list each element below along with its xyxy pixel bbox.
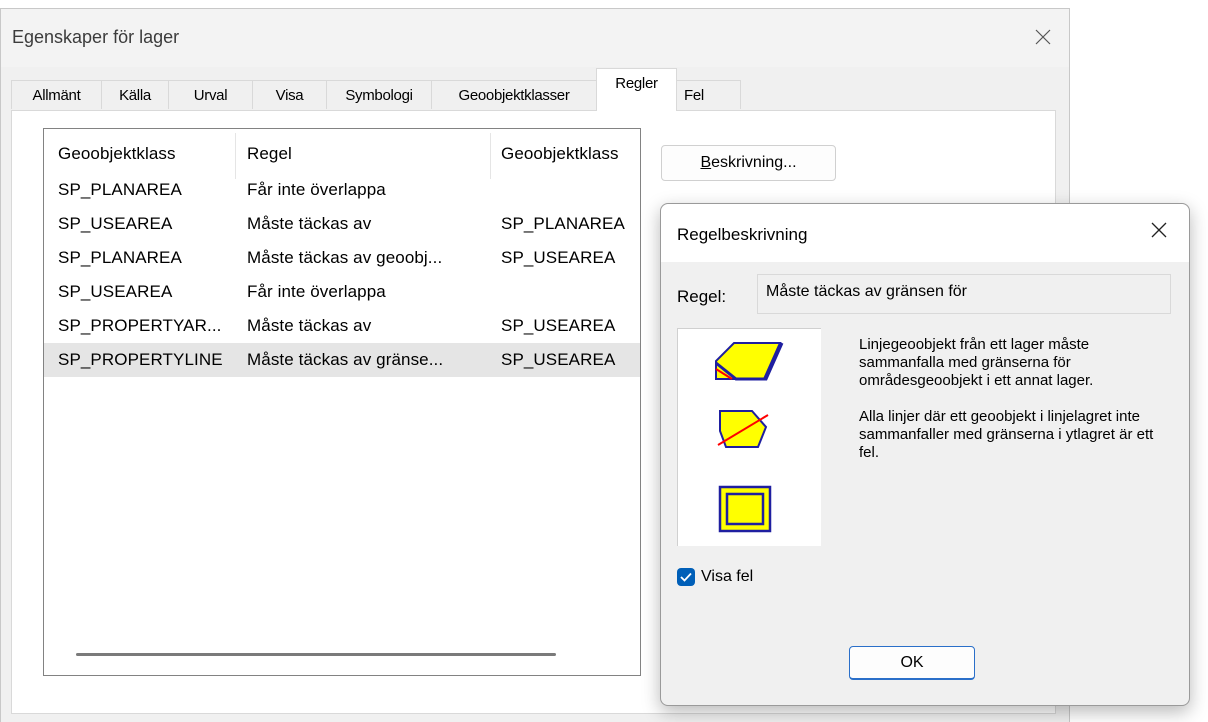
cell-class: SP_PLANAREA xyxy=(58,180,182,199)
cell-class-2: SP_USEAREA xyxy=(501,350,616,369)
description-paragraph: Linjegeoobjekt från ett lager måste samm… xyxy=(859,336,1094,389)
tab-kalla[interactable]: Källa xyxy=(101,80,169,109)
close-icon xyxy=(1151,222,1167,238)
cell-class: SP_USEAREA xyxy=(58,214,173,233)
cell-rule: Får inte överlappa xyxy=(247,282,386,301)
rule-description-text: Linjegeoobjekt från ett lager måste samm… xyxy=(859,336,1164,480)
cell-class-2: SP_USEAREA xyxy=(501,248,616,267)
tab-symbologi[interactable]: Symbologi xyxy=(326,80,432,109)
show-errors-checkbox[interactable]: Visa fel xyxy=(677,568,753,586)
table-row[interactable]: SP_PROPERTYAR... Måste täckas av SP_USEA… xyxy=(44,309,640,343)
dialog-close-button[interactable] xyxy=(1139,210,1179,250)
description-button-mnemonic: B xyxy=(700,154,712,171)
cell-class-2: SP_USEAREA xyxy=(501,316,616,335)
window-title: Egenskaper för lager xyxy=(12,27,180,47)
rule-label: Regel: xyxy=(677,287,727,306)
column-header-regel[interactable]: Regel xyxy=(247,144,292,164)
column-header-geoobjektklass[interactable]: Geoobjektklass xyxy=(58,144,176,164)
tab-geoobjektklasser[interactable]: Geoobjektklasser xyxy=(431,80,597,109)
rules-list[interactable]: Geoobjektklass Regel Geoobjektklass SP_P… xyxy=(43,128,641,676)
cell-class: SP_PLANAREA xyxy=(58,248,182,267)
close-icon xyxy=(1035,29,1051,45)
table-row-selected[interactable]: SP_PROPERTYLINE Måste täckas av gränse..… xyxy=(44,343,640,377)
rule-value-field: Måste täckas av gränsen för xyxy=(757,274,1171,314)
rule-description-dialog: Regelbeskrivning Regel: Måste täckas av … xyxy=(660,203,1190,706)
rule-illustration xyxy=(677,328,821,546)
rules-list-header: Geoobjektklass Regel Geoobjektklass xyxy=(44,129,640,179)
rule-error-example-icon xyxy=(717,410,769,448)
cell-rule: Får inte överlappa xyxy=(247,180,386,199)
tab-visa[interactable]: Visa xyxy=(252,80,327,109)
cell-rule: Måste täckas av gränse... xyxy=(247,350,444,369)
table-row[interactable]: SP_USEAREA Måste täckas av SP_PLANAREA xyxy=(44,207,640,241)
cell-rule: Måste täckas av xyxy=(247,316,372,335)
tab-fel[interactable]: Fel xyxy=(676,80,741,109)
cell-rule: Måste täckas av geoobj... xyxy=(247,248,443,267)
cell-class: SP_USEAREA xyxy=(58,282,173,301)
cell-class: SP_PROPERTYLINE xyxy=(58,350,223,369)
tab-regler[interactable]: Regler xyxy=(596,68,677,111)
checkbox-box[interactable] xyxy=(677,568,695,586)
rule-valid-example-icon xyxy=(715,342,784,381)
description-button[interactable]: Beskrivning... xyxy=(661,145,836,181)
dialog-title: Regelbeskrivning xyxy=(677,225,808,244)
tab-allmant[interactable]: Allmänt xyxy=(11,80,102,109)
checkmark-icon xyxy=(680,572,692,582)
column-header-geoobjektklass-2[interactable]: Geoobjektklass xyxy=(501,144,619,164)
tab-urval[interactable]: Urval xyxy=(168,80,253,109)
show-errors-label[interactable]: Visa fel xyxy=(701,568,753,586)
table-row[interactable]: SP_USEAREA Får inte överlappa xyxy=(44,275,640,309)
description-paragraph: Alla linjer där ett geoobjekt i linjelag… xyxy=(859,408,1154,461)
cell-class-2: SP_PLANAREA xyxy=(501,214,625,233)
dialog-titlebar: Regelbeskrivning xyxy=(661,204,1189,262)
rule-covered-polygon-icon xyxy=(718,485,772,533)
description-button-label: eskrivning... xyxy=(711,154,797,171)
cell-rule: Måste täckas av xyxy=(247,214,372,233)
cell-class: SP_PROPERTYAR... xyxy=(58,316,222,335)
table-row[interactable]: SP_PLANAREA Får inte överlappa xyxy=(44,173,640,207)
ok-button[interactable]: OK xyxy=(849,646,975,680)
horizontal-scrollbar[interactable] xyxy=(76,653,556,656)
table-row[interactable]: SP_PLANAREA Måste täckas av geoobj... SP… xyxy=(44,241,640,275)
window-close-button[interactable] xyxy=(1023,17,1063,57)
window-titlebar: Egenskaper för lager xyxy=(1,9,1069,67)
tab-strip: Allmänt Källa Urval Visa Symbologi Geoob… xyxy=(11,68,1056,111)
